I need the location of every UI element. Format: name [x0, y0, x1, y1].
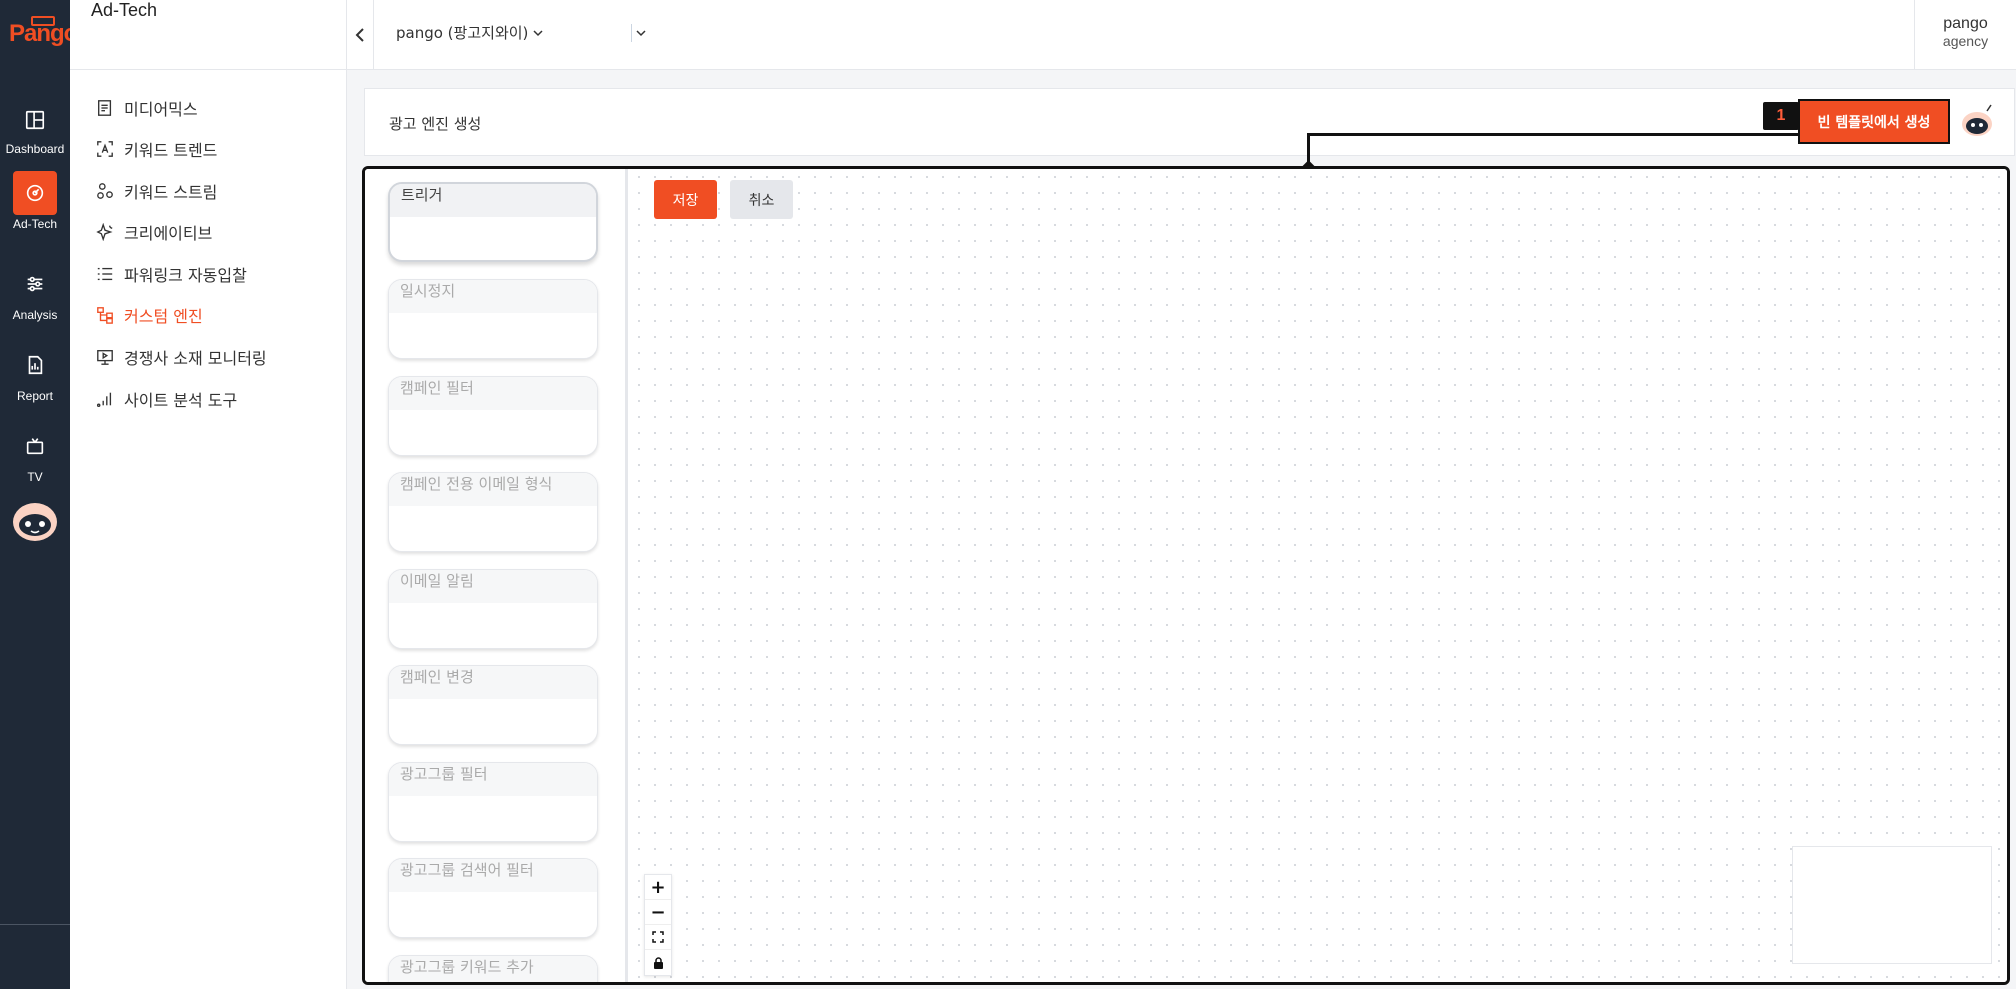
node-card-adgroup-search-term-filter[interactable]: 광고그룹 검색어 필터: [388, 858, 598, 938]
list-icon: [97, 267, 113, 281]
pango-logo[interactable]: Pango: [6, 16, 78, 52]
zoom-in-button[interactable]: +: [645, 875, 671, 900]
monitor-icon: [97, 350, 113, 365]
rail-item-label: Analysis: [12, 308, 58, 322]
icon-rail: Pango Dashboard Ad-Tech Analysis Report …: [0, 0, 78, 989]
tv-icon: [13, 424, 57, 468]
secondary-select[interactable]: [631, 22, 646, 44]
node-title: 일시정지: [389, 280, 597, 313]
secondary-sidebar: Ad-Tech 미디어믹스 키워드 트렌드 키워드 스트림 크리에이티브 파워링…: [70, 0, 347, 989]
plus-icon: +: [650, 876, 666, 898]
cancel-button[interactable]: 취소: [730, 180, 793, 219]
sidebar-item-site-analysis[interactable]: 사이트 분석 도구: [96, 387, 237, 411]
sidebar-item-label: 사이트 분석 도구: [124, 391, 238, 410]
text-scan-icon: [97, 141, 113, 157]
tutorial-connector-line: [1308, 133, 1798, 136]
layout-icon: [13, 98, 57, 142]
flow-icon: [97, 307, 113, 324]
engine-editor: 트리거 일시정지 캠페인 필터 캠페인 전용 이메일 형식 이메일 알림 캠페인…: [362, 166, 2010, 985]
node-card-email-alert[interactable]: 이메일 알림: [388, 569, 598, 649]
target-icon: [13, 171, 57, 215]
node-card-campaign-change[interactable]: 캠페인 변경: [388, 665, 598, 745]
node-title: 캠페인 변경: [389, 666, 597, 699]
node-title: 캠페인 전용 이메일 형식: [389, 473, 597, 506]
logo-text: Pango: [9, 20, 78, 47]
sliders-icon: [13, 262, 57, 306]
sidebar-item-label: 키워드 스트림: [124, 183, 218, 202]
node-card-pause[interactable]: 일시정지: [388, 279, 598, 359]
minus-icon: −: [650, 901, 666, 923]
sidebar-item-creative[interactable]: 크리에이티브: [96, 220, 212, 244]
create-from-blank-template-button[interactable]: 빈 템플릿에서 생성: [1798, 99, 1950, 144]
rail-item-report[interactable]: Report: [0, 343, 70, 407]
node-title: 트리거: [390, 184, 596, 217]
node-title: 광고그룹 필터: [389, 763, 597, 796]
robot-assistant-icon[interactable]: [1957, 101, 1997, 141]
zoom-out-button[interactable]: −: [645, 900, 671, 925]
sidebar-title: Ad-Tech: [91, 0, 158, 20]
rail-item-label: Dashboard: [5, 142, 65, 156]
sidebar-item-custom-engine[interactable]: 커스텀 엔진: [96, 303, 203, 327]
zoom-controls: + −: [644, 874, 672, 976]
rail-item-analysis[interactable]: Analysis: [0, 262, 70, 326]
account-select[interactable]: pango (팡고지와이): [396, 22, 543, 43]
user-profile[interactable]: pango agency: [1914, 0, 2016, 70]
sidebar-item-label: 파워링크 자동입찰: [124, 266, 247, 285]
chevron-left-icon: [355, 28, 364, 42]
node-palette: 트리거 일시정지 캠페인 필터 캠페인 전용 이메일 형식 이메일 알림 캠페인…: [365, 169, 628, 982]
sidebar-item-label: 경쟁사 소재 모니터링: [124, 349, 267, 368]
sidebar-item-label: 크리에이티브: [124, 224, 213, 243]
lock-icon: [653, 956, 663, 969]
sidebar-item-label: 미디어믹스: [124, 100, 198, 119]
minimap[interactable]: [1792, 846, 1992, 964]
rail-item-tv[interactable]: TV: [0, 424, 70, 488]
sidebar-collapse-button[interactable]: [347, 0, 374, 70]
bar-chart-icon: [96, 392, 112, 408]
page-header: 광고 엔진 생성 1 빈 템플릿에서 생성: [364, 88, 2015, 156]
rail-item-label: TV: [27, 470, 43, 484]
sidebar-item-label: 커스텀 엔진: [124, 307, 203, 326]
chevron-down-icon: [636, 30, 646, 37]
save-button[interactable]: 저장: [654, 180, 717, 219]
node-title: 광고그룹 키워드 추가: [389, 956, 597, 982]
sidebar-item-powerlink[interactable]: 파워링크 자동입찰: [96, 262, 247, 286]
node-card-adgroup-filter[interactable]: 광고그룹 필터: [388, 762, 598, 842]
sidebar-divider: [70, 69, 347, 70]
fit-view-icon: [652, 931, 664, 943]
top-bar: pango (팡고지와이) pango agency: [347, 0, 2016, 70]
rail-item-label: Report: [16, 389, 54, 403]
sparkle-icon: [96, 223, 113, 241]
rail-item-ad-tech[interactable]: Ad-Tech: [0, 171, 70, 235]
step-badge: 1: [1763, 102, 1799, 130]
document-icon: [98, 100, 112, 116]
rail-item-label: Ad-Tech: [12, 217, 58, 231]
sidebar-item-media-mix[interactable]: 미디어믹스: [96, 96, 198, 120]
user-name: pango: [1943, 15, 1988, 32]
nodes-icon: [97, 183, 113, 199]
robot-avatar-icon[interactable]: [11, 498, 59, 542]
node-card-trigger[interactable]: 트리거: [388, 182, 598, 262]
flow-canvas[interactable]: 저장 취소 + −: [631, 169, 2007, 982]
sidebar-item-keyword-stream[interactable]: 키워드 스트림: [96, 179, 217, 203]
node-title: 이메일 알림: [389, 570, 597, 603]
account-select-value: pango (팡고지와이): [396, 24, 529, 42]
report-icon: [13, 343, 57, 387]
rail-divider: [0, 924, 70, 925]
node-card-campaign-email-format[interactable]: 캠페인 전용 이메일 형식: [388, 472, 598, 552]
node-title: 광고그룹 검색어 필터: [389, 859, 597, 892]
node-title: 캠페인 필터: [389, 377, 597, 410]
node-card-campaign-filter[interactable]: 캠페인 필터: [388, 376, 598, 456]
rail-item-dashboard[interactable]: Dashboard: [0, 98, 70, 162]
user-role: agency: [1942, 33, 1989, 49]
node-card-adgroup-keyword-add[interactable]: 광고그룹 키워드 추가: [388, 955, 598, 982]
chevron-down-icon: [533, 29, 543, 36]
lock-button[interactable]: [645, 950, 671, 975]
sidebar-item-label: 키워드 트렌드: [124, 141, 218, 160]
page-title: 광고 엔진 생성: [389, 115, 482, 133]
select-cursor: [631, 24, 632, 42]
sidebar-item-keyword-trend[interactable]: 키워드 트렌드: [96, 137, 217, 161]
fit-view-button[interactable]: [645, 925, 671, 950]
sidebar-item-competitor-monitoring[interactable]: 경쟁사 소재 모니터링: [96, 345, 267, 369]
